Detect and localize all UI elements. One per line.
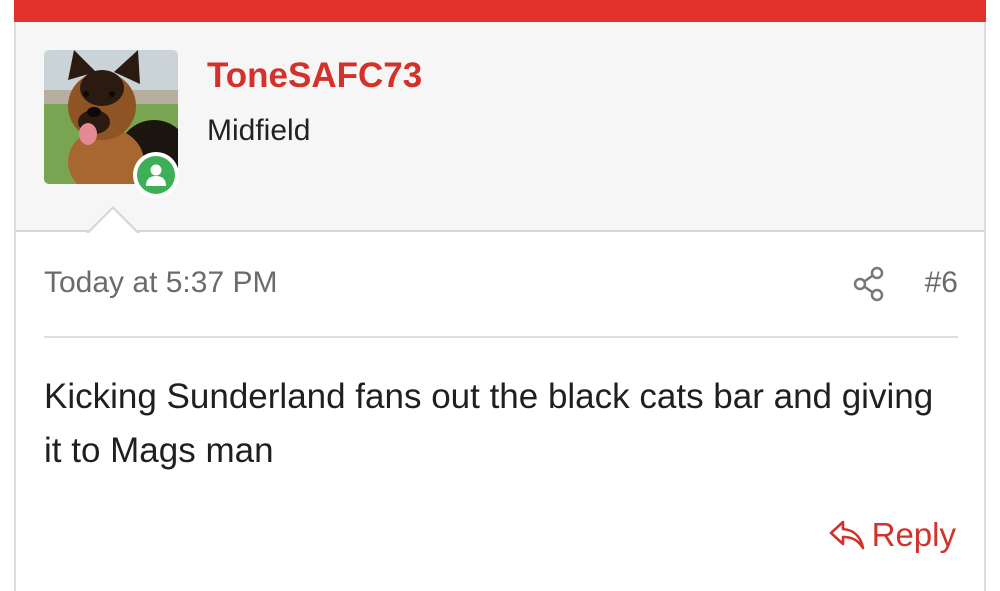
- user-online-icon: [146, 164, 166, 186]
- forum-post: ToneSAFC73 Midfield Today at 5:37 PM #6 …: [14, 22, 986, 591]
- username-link[interactable]: ToneSAFC73: [207, 56, 422, 96]
- reply-button[interactable]: Reply: [828, 516, 956, 554]
- post-timestamp-link[interactable]: Today at 5:37 PM: [44, 266, 277, 300]
- post-message: Kicking Sunderland fans out the black ca…: [44, 377, 934, 470]
- meta-divider: [44, 336, 958, 338]
- online-status-badge: [133, 152, 179, 198]
- user-title: Midfield: [207, 114, 311, 147]
- accent-bar: [14, 0, 986, 22]
- reply-arrow-icon: [829, 520, 864, 550]
- post-meta: Today at 5:37 PM #6: [44, 262, 958, 310]
- user-header: ToneSAFC73 Midfield: [16, 22, 984, 234]
- reply-label: Reply: [871, 516, 956, 553]
- post-number-link[interactable]: #6: [925, 266, 958, 300]
- share-icon: [853, 266, 884, 302]
- share-button[interactable]: [852, 266, 886, 307]
- header-pointer-fill: [88, 209, 138, 234]
- forum-page: ToneSAFC73 Midfield Today at 5:37 PM #6 …: [0, 0, 1000, 591]
